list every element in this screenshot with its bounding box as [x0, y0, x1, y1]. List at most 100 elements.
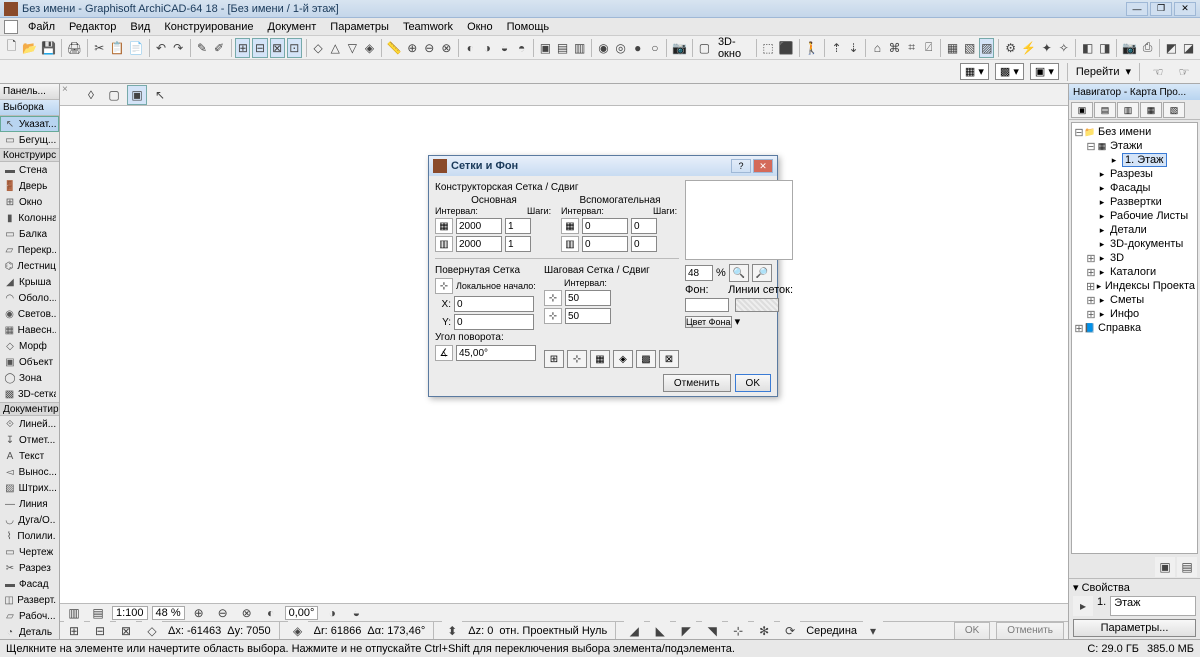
measure-icon[interactable]: 📏 [386, 38, 403, 58]
rot-angle[interactable] [456, 345, 536, 361]
nav-mode-1-icon[interactable]: ▣ [1155, 557, 1175, 577]
zoom-percent[interactable] [685, 265, 713, 281]
tree-item-10[interactable]: ⊞▸Инфо [1074, 307, 1195, 321]
tree-item-4[interactable]: ▸Детали [1074, 223, 1195, 237]
layout-dropdown-1[interactable]: ▦ ▾ [960, 63, 989, 80]
main-step-1[interactable] [505, 218, 531, 234]
cb-2-icon[interactable]: ⊟ [90, 621, 110, 641]
sub-4-icon[interactable]: ↖ [150, 85, 170, 105]
dialog-close-button[interactable]: ✕ [753, 159, 773, 173]
menu-params[interactable]: Параметры [324, 20, 395, 34]
ico-12[interactable]: ◧ [1080, 38, 1095, 58]
ico-3[interactable]: ⌗ [904, 38, 919, 58]
vb-5-icon[interactable]: ⊗ [237, 603, 257, 621]
ico-6[interactable]: ▧ [962, 38, 977, 58]
ico-13[interactable]: ◨ [1097, 38, 1112, 58]
save-icon[interactable]: 💾 [40, 38, 57, 58]
tree-reference[interactable]: ⊞📘Справка [1074, 321, 1195, 335]
cb-8-icon[interactable]: ◣ [650, 621, 670, 641]
tool-e-icon[interactable]: ⊕ [405, 38, 420, 58]
zoom-in-icon[interactable]: 🔍 [729, 264, 749, 282]
scale-field[interactable]: 1:100 [112, 606, 148, 620]
tool-document-10[interactable]: ▬Фасад [0, 576, 59, 592]
nav-b-icon[interactable]: ⇣ [846, 38, 861, 58]
menu-help[interactable]: Помощь [501, 20, 556, 34]
menu-view[interactable]: Вид [124, 20, 156, 34]
tool-construct-6[interactable]: ⌬Лестница [0, 258, 59, 274]
tool-document-5[interactable]: —Линия [0, 496, 59, 512]
pick-icon[interactable]: ✎ [194, 38, 209, 58]
menu-construct[interactable]: Конструирование [158, 20, 259, 34]
nav-mode-2-icon[interactable]: ▤ [1177, 557, 1197, 577]
tree-item-1[interactable]: ▸Фасады [1074, 181, 1195, 195]
tool-document-12[interactable]: ▱Рабоч... [0, 608, 59, 624]
tool-j-icon[interactable]: ◒ [497, 38, 512, 58]
cb-4-icon[interactable]: ◇ [142, 621, 162, 641]
tool-construct-14[interactable]: ▩3D-сетка [0, 386, 59, 402]
tool-construct-12[interactable]: ▣Объект [0, 354, 59, 370]
navigator-tree[interactable]: ⊟📁Без имени ⊟▦Этажи ▸1. Этаж ▸Разрезы▸Фа… [1071, 122, 1198, 554]
snap-label[interactable]: Середина [806, 625, 857, 637]
vb-1-icon[interactable]: ▥ [64, 603, 84, 621]
tool-c-icon[interactable]: ▽ [345, 38, 360, 58]
tool-document-0[interactable]: ⟐Линей... [0, 416, 59, 432]
cb-13-icon[interactable]: ⟳ [780, 621, 800, 641]
vb-6-icon[interactable]: ◐ [261, 603, 281, 621]
tree-item-2[interactable]: ▸Развертки [1074, 195, 1195, 209]
vb-7-icon[interactable]: ◑ [322, 603, 342, 621]
tree-item-3[interactable]: ▸Рабочие Листы [1074, 209, 1195, 223]
ico-14[interactable]: 📷 [1121, 38, 1138, 58]
tool-construct-5[interactable]: ▱Перекр... [0, 242, 59, 258]
tool-document-2[interactable]: AТекст [0, 448, 59, 464]
tool-document-1[interactable]: ↧Отмет... [0, 432, 59, 448]
toggle3d-icon[interactable]: ▢ [697, 38, 712, 58]
main-step-2[interactable] [505, 236, 531, 252]
vb-2-icon[interactable]: ▤ [88, 603, 108, 621]
tree-item-6[interactable]: ⊞▸3D [1074, 251, 1195, 265]
menu-teamwork[interactable]: Teamwork [397, 20, 459, 34]
tool-construct-7[interactable]: ◢Крыша [0, 274, 59, 290]
ico-10[interactable]: ✦ [1039, 38, 1054, 58]
walk-icon[interactable]: 🚶 [803, 38, 820, 58]
tool-construct-1[interactable]: 🚪Дверь [0, 178, 59, 194]
minimize-button[interactable]: — [1126, 2, 1148, 16]
ico-16[interactable]: ◩ [1164, 38, 1179, 58]
snap3-icon[interactable]: ⊠ [270, 38, 285, 58]
prop-value[interactable]: Этаж [1110, 596, 1196, 616]
cb-9-icon[interactable]: ◤ [676, 621, 696, 641]
tool-construct-0[interactable]: ▬Стена [0, 162, 59, 178]
maximize-button[interactable]: ❐ [1150, 2, 1172, 16]
step-int-1[interactable] [565, 290, 611, 306]
layout-dropdown-2[interactable]: ▩ ▾ [995, 63, 1024, 80]
menu-window[interactable]: Окно [461, 20, 499, 34]
cb-7-icon[interactable]: ◢ [624, 621, 644, 641]
zoom-out-icon[interactable]: 🔎 [752, 264, 772, 282]
ico-9[interactable]: ⚡ [1020, 38, 1037, 58]
close-tab-icon[interactable]: × [62, 84, 74, 96]
paste-icon[interactable]: 📄 [128, 38, 145, 58]
sub-3-icon[interactable]: ▣ [127, 85, 147, 105]
grid-mode-6[interactable]: ⊠ [659, 350, 679, 368]
cut-icon[interactable]: ✂ [92, 38, 107, 58]
nav-a-icon[interactable]: ⇡ [829, 38, 844, 58]
nav-tab-4[interactable]: ▦ [1140, 102, 1162, 118]
nav-tab-5[interactable]: ▧ [1163, 102, 1185, 118]
vb-4-icon[interactable]: ⊖ [213, 603, 233, 621]
tool-h-icon[interactable]: ◐ [463, 38, 478, 58]
cb-5-icon[interactable]: ◈ [288, 621, 308, 641]
tree-root[interactable]: ⊟📁Без имени [1074, 125, 1195, 139]
close-button[interactable]: ✕ [1174, 2, 1196, 16]
aux-int-1[interactable] [582, 218, 628, 234]
tool-marquee[interactable]: ▭Бегущ... [0, 132, 59, 148]
menu-file[interactable]: Файл [22, 20, 61, 34]
grid-mode-3[interactable]: ▦ [590, 350, 610, 368]
tool-d-icon[interactable]: ◈ [362, 38, 377, 58]
cb-3-icon[interactable]: ⊠ [116, 621, 136, 641]
main-int-1[interactable] [456, 218, 502, 234]
dialog-ok-button[interactable]: OK [735, 374, 771, 392]
tree-floor-1[interactable]: ▸1. Этаж [1074, 153, 1195, 167]
tool-r-icon[interactable]: ○ [647, 38, 662, 58]
section-construct[interactable]: Конструирс [0, 148, 59, 162]
ico-8[interactable]: ⚙ [1003, 38, 1018, 58]
tool-document-3[interactable]: ◅Вынос... [0, 464, 59, 480]
